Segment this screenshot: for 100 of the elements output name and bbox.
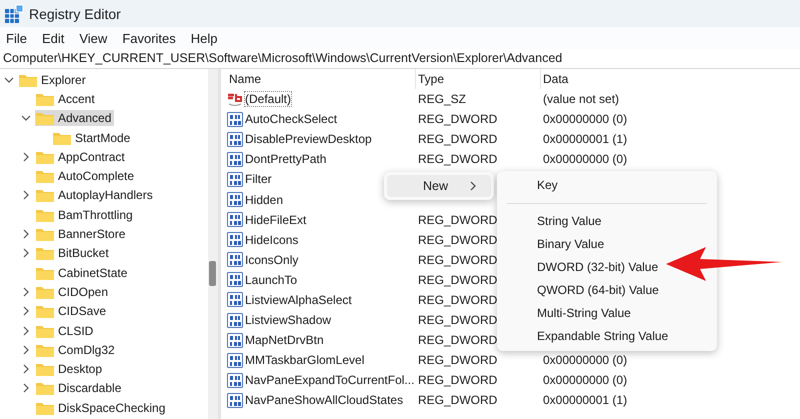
- folder-icon: [36, 381, 54, 396]
- value-data: 0x00000000 (0): [542, 373, 628, 388]
- folder-icon: [36, 284, 54, 299]
- column-header[interactable]: Data: [541, 69, 800, 89]
- binary-value-icon: [227, 112, 243, 127]
- value-name[interactable]: MapNetDrvBtn: [245, 333, 324, 348]
- value-name[interactable]: (Default): [245, 92, 292, 106]
- expand-chevron-icon[interactable]: [21, 326, 31, 336]
- menu-item[interactable]: Edit: [40, 30, 74, 46]
- window-title: Registry Editor: [29, 6, 121, 22]
- column-header[interactable]: Name: [227, 69, 416, 89]
- collapse-chevron-icon[interactable]: [4, 74, 14, 85]
- folder-icon: [36, 150, 54, 164]
- value-name[interactable]: LaunchTo: [245, 272, 298, 287]
- tree-item[interactable]: ComDlg32: [35, 342, 118, 358]
- menu-item[interactable]: View: [77, 30, 116, 46]
- binary-value-icon: [227, 372, 243, 388]
- value-type: REG_DWORD: [417, 112, 498, 126]
- value-type: REG_DWORD: [417, 152, 498, 166]
- value-name[interactable]: ListviewShadow: [245, 313, 332, 328]
- folder-icon: [36, 111, 54, 126]
- value-type: REG_DWORD: [417, 252, 498, 267]
- menu-item[interactable]: New: [387, 175, 491, 197]
- tree-item[interactable]: DiskSpaceChecking: [35, 400, 168, 416]
- binary-value-icon: [227, 192, 243, 208]
- expand-chevron-icon[interactable]: [21, 344, 31, 355]
- tree-item[interactable]: BitBucket: [35, 245, 112, 262]
- value-type: REG_DWORD: [417, 292, 498, 307]
- folder-icon: [36, 208, 54, 222]
- value-type: REG_DWORD: [417, 393, 498, 408]
- tree-item[interactable]: AutoplayHandlers: [35, 187, 156, 204]
- tree-item[interactable]: CIDSave: [35, 303, 110, 320]
- value-type: REG_DWORD: [417, 132, 498, 146]
- menu-item[interactable]: QWORD (64-bit) Value: [501, 279, 713, 302]
- tree-item[interactable]: StartMode: [52, 130, 134, 146]
- tree-item[interactable]: CLSID: [35, 322, 96, 338]
- menu-item[interactable]: Multi-String Value: [501, 302, 713, 325]
- menu-item[interactable]: DWORD (32-bit) Value: [501, 256, 713, 279]
- folder-icon: [36, 227, 54, 242]
- value-name[interactable]: DontPrettyPath: [245, 152, 326, 166]
- menu-item[interactable]: Binary Value: [501, 233, 713, 256]
- value-name[interactable]: IconsOnly: [245, 252, 298, 267]
- value-type: REG_DWORD: [417, 232, 498, 247]
- menu-item[interactable]: File: [4, 30, 36, 46]
- folder-icon: [36, 400, 54, 415]
- menu-item[interactable]: Help: [188, 30, 227, 46]
- value-data: 0x00000000 (0): [542, 152, 628, 166]
- tree-item[interactable]: Discardable: [35, 380, 124, 396]
- value-name[interactable]: MMTaskbarGlomLevel: [245, 353, 364, 368]
- expand-chevron-icon[interactable]: [21, 383, 31, 394]
- tree-item[interactable]: Advanced: [35, 110, 114, 126]
- folder-icon: [36, 266, 54, 280]
- menu-item[interactable]: Expandable String Value: [501, 325, 713, 348]
- value-data: 0x00000001 (1): [542, 132, 628, 146]
- value-name[interactable]: NavPaneExpandToCurrentFol...: [245, 373, 414, 388]
- value-name[interactable]: DisablePreviewDesktop: [245, 132, 372, 146]
- binary-value-icon: [227, 172, 243, 187]
- expand-chevron-icon[interactable]: [21, 306, 31, 316]
- value-name[interactable]: AutoCheckSelect: [245, 112, 338, 126]
- expand-chevron-icon[interactable]: [21, 286, 31, 297]
- scrollbar-thumb[interactable]: [209, 261, 216, 286]
- expand-chevron-icon[interactable]: [21, 152, 31, 162]
- tree-item[interactable]: Accent: [35, 90, 98, 107]
- expand-chevron-icon[interactable]: [21, 229, 31, 240]
- column-header[interactable]: Type: [416, 69, 541, 89]
- value-type: REG_DWORD: [417, 272, 498, 287]
- menu-item[interactable]: String Value: [501, 210, 713, 233]
- expand-chevron-icon[interactable]: [21, 248, 31, 258]
- tree-item[interactable]: AppContract: [35, 148, 128, 165]
- expand-chevron-icon[interactable]: [21, 190, 31, 200]
- tree-item[interactable]: BannerStore: [35, 226, 128, 242]
- binary-value-icon: [227, 292, 243, 308]
- tree-item[interactable]: Desktop: [35, 361, 106, 378]
- registry-icon: [4, 4, 24, 24]
- folder-icon: [36, 92, 54, 106]
- value-name[interactable]: Hidden: [245, 192, 284, 207]
- tree-item[interactable]: AutoComplete: [35, 168, 138, 184]
- binary-value-icon: [227, 232, 243, 248]
- tree-item[interactable]: CabinetState: [35, 264, 130, 281]
- value-name[interactable]: HideIcons: [245, 232, 298, 247]
- binary-value-icon: [227, 212, 243, 228]
- folder-icon: [36, 342, 54, 357]
- value-data: 0x00000000 (0): [542, 112, 628, 126]
- collapse-chevron-icon[interactable]: [21, 113, 31, 124]
- binary-value-icon: [227, 252, 243, 268]
- value-name[interactable]: NavPaneShowAllCloudStates: [245, 393, 404, 408]
- expand-chevron-icon[interactable]: [21, 364, 31, 374]
- menu-item[interactable]: Key: [501, 174, 713, 197]
- tree-item[interactable]: CIDOpen: [35, 284, 112, 300]
- value-type: REG_DWORD: [417, 333, 498, 348]
- address-bar[interactable]: Computer\HKEY_CURRENT_USER\Software\Microsoft\Windows\CurrentVersion\Explorer\Advanced: [0, 49, 800, 69]
- value-name[interactable]: Filter: [245, 172, 272, 186]
- folder-icon: [36, 169, 54, 184]
- tree-item[interactable]: BamThrottling: [35, 206, 136, 223]
- value-data: (value not set): [542, 92, 620, 106]
- value-name[interactable]: ListviewAlphaSelect: [245, 292, 352, 307]
- menu-item[interactable]: Favorites: [120, 30, 185, 46]
- folder-icon: [36, 324, 54, 338]
- value-name[interactable]: HideFileExt: [245, 212, 306, 227]
- tree-item[interactable]: Explorer: [18, 72, 89, 88]
